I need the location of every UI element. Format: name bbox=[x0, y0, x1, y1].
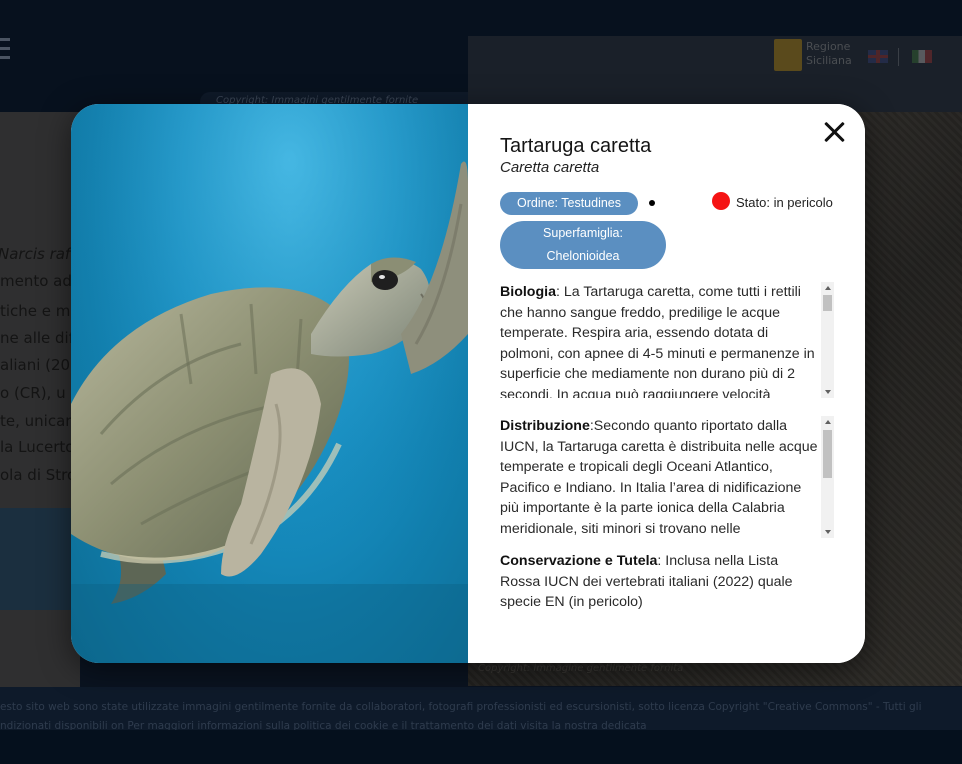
menu-icon[interactable] bbox=[0, 38, 10, 60]
scroll-up-icon[interactable] bbox=[825, 420, 831, 424]
scroll-thumb[interactable] bbox=[823, 430, 832, 478]
scroll-down-icon[interactable] bbox=[825, 530, 831, 534]
superfamily-line2: Chelonioidea bbox=[546, 249, 620, 263]
distribution-heading: Distribuzione bbox=[500, 418, 590, 434]
species-details: Tartaruga caretta Caretta caretta Ordine… bbox=[468, 104, 865, 663]
footer: esto sito web sono state utilizzate imma… bbox=[0, 687, 962, 732]
bottom-bar bbox=[0, 730, 962, 764]
biology-heading: Biologia bbox=[500, 284, 556, 300]
status-label: Stato: in pericolo bbox=[736, 195, 833, 210]
scroll-down-icon[interactable] bbox=[825, 390, 831, 394]
order-badge: Ordine: Testudines bbox=[500, 192, 638, 215]
superfamily-badge: Superfamiglia: Chelonioidea bbox=[500, 221, 666, 269]
conservation-section: Conservazione e Tutela: Inclusa nella Li… bbox=[500, 551, 834, 621]
biology-scrollbar[interactable] bbox=[821, 282, 834, 398]
bg-text-line: tiche e ma bbox=[0, 302, 80, 320]
distribution-scrollbar[interactable] bbox=[821, 416, 834, 538]
scroll-up-icon[interactable] bbox=[825, 286, 831, 290]
region-name: Regione Siciliana bbox=[806, 40, 852, 67]
bg-text-line: aliani (202 bbox=[0, 356, 80, 374]
bg-text-line: te, unicam bbox=[0, 412, 80, 430]
language-separator bbox=[898, 48, 899, 66]
italian-flag-icon[interactable] bbox=[912, 50, 932, 63]
region-logo[interactable] bbox=[774, 39, 802, 71]
bg-text-line: mento ad bbox=[0, 272, 72, 290]
background-copyright-bottom: Copyright: immagine gentilmente fornita bbox=[478, 663, 684, 674]
species-title: Tartaruga caretta bbox=[500, 135, 652, 157]
distribution-text: :Secondo quanto riportato dalla IUCN, la… bbox=[500, 418, 818, 537]
sea-turtle-illustration bbox=[71, 104, 468, 663]
species-modal: Tartaruga caretta Caretta caretta Ordine… bbox=[71, 104, 865, 663]
bg-text-line: la Lucerto bbox=[0, 438, 75, 456]
english-flag-icon[interactable] bbox=[868, 50, 888, 63]
bg-text-line: ne alle dif bbox=[0, 329, 74, 347]
scroll-thumb[interactable] bbox=[823, 295, 832, 311]
turtle-photo bbox=[71, 104, 468, 663]
background-photo-top bbox=[468, 36, 962, 112]
biology-section[interactable]: Biologia: La Tartaruga caretta, come tut… bbox=[500, 282, 834, 398]
bg-text-line: o (CR), u bbox=[0, 384, 66, 402]
conservation-heading: Conservazione e Tutela bbox=[500, 553, 658, 569]
background-thumbnail bbox=[0, 508, 72, 610]
close-icon[interactable] bbox=[824, 121, 846, 143]
status-indicator-icon bbox=[712, 192, 730, 210]
footer-text-line: esto sito web sono state utilizzate imma… bbox=[0, 701, 922, 713]
superfamily-line1: Superfamiglia: bbox=[543, 226, 623, 240]
species-scientific-name: Caretta caretta bbox=[500, 159, 600, 176]
distribution-section[interactable]: Distribuzione:Secondo quanto riportato d… bbox=[500, 416, 834, 538]
separator-dot bbox=[649, 200, 655, 206]
biology-text: : La Tartaruga caretta, come tutti i ret… bbox=[500, 284, 815, 398]
